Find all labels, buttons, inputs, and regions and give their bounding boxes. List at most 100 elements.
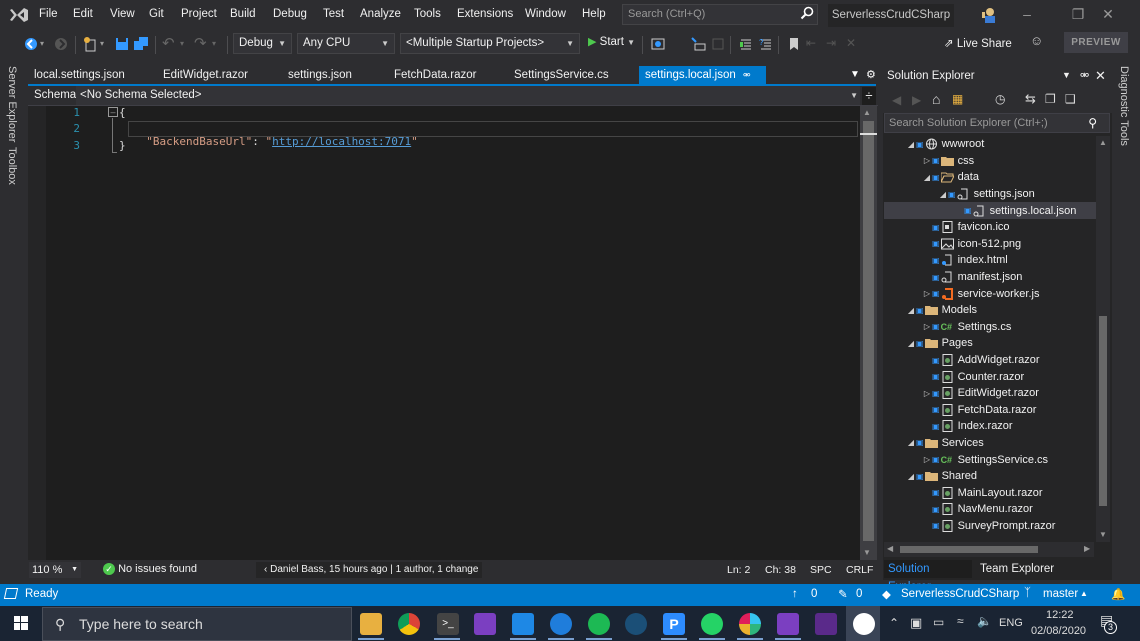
pending-changes-filter-icon[interactable]: ◷ [995, 92, 1005, 106]
tree-item[interactable]: ▣ Counter.razor [884, 368, 1096, 385]
tree-item[interactable]: ▣ MainLayout.razor [884, 484, 1096, 501]
startup-projects-dropdown[interactable]: <Multiple Startup Projects> ▼ [400, 33, 580, 54]
visual-studio-icon[interactable] [474, 613, 496, 635]
options-dropdown-icon[interactable]: ▼ [1062, 70, 1071, 80]
tree-item[interactable]: ▣ icon-512.png [884, 236, 1096, 253]
diagnostic-tools-tab[interactable]: Diagnostic Tools [1118, 66, 1130, 146]
doc-tab-local-settings-json[interactable]: local.settings.json [28, 66, 131, 85]
menu-help[interactable]: Help [582, 8, 606, 20]
security-tray-icon[interactable]: ▣ [910, 615, 922, 631]
tree-item[interactable]: ◢ ▣ data [884, 169, 1096, 186]
show-hidden-icons-chevron[interactable]: ⌃ [889, 616, 899, 630]
browser-link-icon[interactable] [650, 36, 666, 52]
solution-configuration-dropdown[interactable]: Debug ▼ [233, 33, 292, 54]
editor-scroll-thumb[interactable] [863, 121, 874, 541]
server-explorer-tab[interactable]: Server Explorer [6, 66, 18, 142]
restore-window-button[interactable]: ❐ [1071, 7, 1085, 21]
doc-tab-fetchdata-razor[interactable]: FetchData.razor [388, 66, 482, 85]
tree-item[interactable]: ▷ ▣ C# Settings.cs [884, 319, 1096, 336]
start-debugging-button[interactable]: ▶ Start ▼ [588, 35, 635, 48]
branch-name[interactable]: master [1043, 588, 1078, 600]
collapsed-arrow-icon[interactable]: ▷ [922, 322, 932, 331]
collapse-region-icon[interactable]: – [108, 107, 118, 117]
user-profile-icon[interactable] [980, 6, 1000, 24]
feedback-icon[interactable]: ☺ [1030, 33, 1046, 49]
menu-tools[interactable]: Tools [414, 8, 441, 20]
tree-item[interactable]: ◢ ▣ Services [884, 435, 1096, 452]
expanded-arrow-icon[interactable]: ◢ [938, 190, 948, 199]
tree-item[interactable]: ◢ ▣ Models [884, 302, 1096, 319]
navigate-forward-icon[interactable] [53, 36, 69, 52]
tree-item[interactable]: ▣ Index.razor [884, 418, 1096, 435]
zoom-level-dropdown[interactable]: 110 % ▼ [29, 562, 81, 578]
tree-item[interactable]: ▷ ▣ css [884, 153, 1096, 170]
collapsed-arrow-icon[interactable]: ▷ [922, 156, 932, 165]
close-panel-icon[interactable]: ✕ [1095, 68, 1106, 84]
previous-bookmark-icon[interactable]: ⇤ [806, 36, 822, 52]
menu-analyze[interactable]: Analyze [360, 8, 401, 20]
tree-item[interactable]: ▣ favicon.ico [884, 219, 1096, 236]
close-window-button[interactable]: ✕ [1101, 7, 1115, 21]
menu-file[interactable]: File [39, 8, 58, 20]
pic-app-icon[interactable]: P [663, 613, 685, 635]
scroll-right-icon[interactable]: ▶ [1084, 544, 1090, 553]
code-editor[interactable] [28, 106, 860, 560]
doc-tab-editwidget-razor[interactable]: EditWidget.razor [157, 66, 254, 85]
sync-icon[interactable]: ⇆ [1025, 91, 1036, 107]
uncomment-lines-icon[interactable]: ? [758, 36, 774, 52]
undo-dropdown-icon[interactable]: ▾ [180, 36, 188, 52]
bookmark-icon[interactable] [786, 36, 802, 52]
menu-extensions[interactable]: Extensions [457, 8, 513, 20]
menu-window[interactable]: Window [525, 8, 566, 20]
firefox-icon[interactable] [550, 613, 572, 635]
preview-button[interactable]: PREVIEW [1064, 32, 1128, 53]
show-all-files-icon[interactable]: ❑ [1065, 92, 1076, 106]
spotify-icon[interactable] [588, 613, 610, 635]
tree-item[interactable]: ▷ ▣ service-worker.js [884, 285, 1096, 302]
new-dropdown-icon[interactable]: ▾ [100, 36, 108, 52]
language-indicator[interactable]: ENG [999, 617, 1023, 629]
collapsed-arrow-icon[interactable]: ▷ [922, 289, 932, 298]
tab-list-dropdown-icon[interactable]: ▼ [850, 69, 860, 80]
expanded-arrow-icon[interactable]: ◢ [906, 339, 916, 348]
battery-icon[interactable]: ▭ [933, 615, 944, 629]
team-explorer-bottom-tab[interactable]: Team Explorer [980, 563, 1054, 575]
clear-bookmarks-icon[interactable]: ✕ [846, 36, 862, 52]
console-app-icon[interactable] [815, 613, 837, 635]
save-all-icon[interactable] [133, 36, 149, 52]
tree-item[interactable]: ▣ index.html [884, 252, 1096, 269]
menu-project[interactable]: Project [181, 8, 217, 20]
split-window-icon[interactable]: ÷ [862, 87, 876, 105]
solution-explorer-bottom-tab[interactable]: Solution Explorer [884, 560, 972, 593]
scroll-up-icon[interactable]: ▲ [863, 108, 871, 117]
menu-debug[interactable]: Debug [273, 8, 307, 20]
save-icon[interactable] [114, 36, 130, 52]
expanded-arrow-icon[interactable]: ◢ [922, 173, 932, 182]
doc-tab-settings-json[interactable]: settings.json [282, 66, 358, 85]
expanded-arrow-icon[interactable]: ◢ [906, 438, 916, 447]
toolbox-tab[interactable]: Toolbox [6, 147, 18, 185]
tree-item[interactable]: ▣ SurveyPrompt.razor [884, 518, 1096, 535]
doc-tab-settingsservice-cs[interactable]: SettingsService.cs [508, 66, 615, 85]
line-ending-indicator[interactable]: CRLF [846, 564, 873, 576]
terminal-icon[interactable]: >_ [437, 613, 459, 635]
menu-test[interactable]: Test [323, 8, 344, 20]
taskbar-search-input[interactable]: ⚲ Type here to search [42, 607, 352, 641]
scroll-up-icon[interactable]: ▲ [1099, 138, 1107, 147]
output-window-icon[interactable] [3, 588, 19, 599]
new-project-icon[interactable] [82, 36, 98, 52]
whatsapp-icon[interactable] [701, 613, 723, 635]
next-bookmark-icon[interactable]: ⇥ [826, 36, 842, 52]
expanded-arrow-icon[interactable]: ◢ [906, 140, 916, 149]
clock-time[interactable]: 12:22 [1046, 609, 1074, 621]
collapsed-arrow-icon[interactable]: ▷ [922, 455, 932, 464]
wifi-icon[interactable]: ≈ [957, 614, 964, 628]
issues-indicator[interactable]: ✓ No issues found [103, 563, 197, 575]
step-into-icon[interactable] [710, 36, 726, 52]
steam-icon[interactable] [625, 613, 647, 635]
navigate-back-icon[interactable] [23, 36, 39, 52]
tree-item[interactable]: ▣ FetchData.razor [884, 402, 1096, 419]
tree-item[interactable]: ◢ ▣ Shared [884, 468, 1096, 485]
tree-item[interactable]: ▷ ▣ C# SettingsService.cs [884, 451, 1096, 468]
switch-views-icon[interactable]: ▦ [952, 92, 963, 106]
